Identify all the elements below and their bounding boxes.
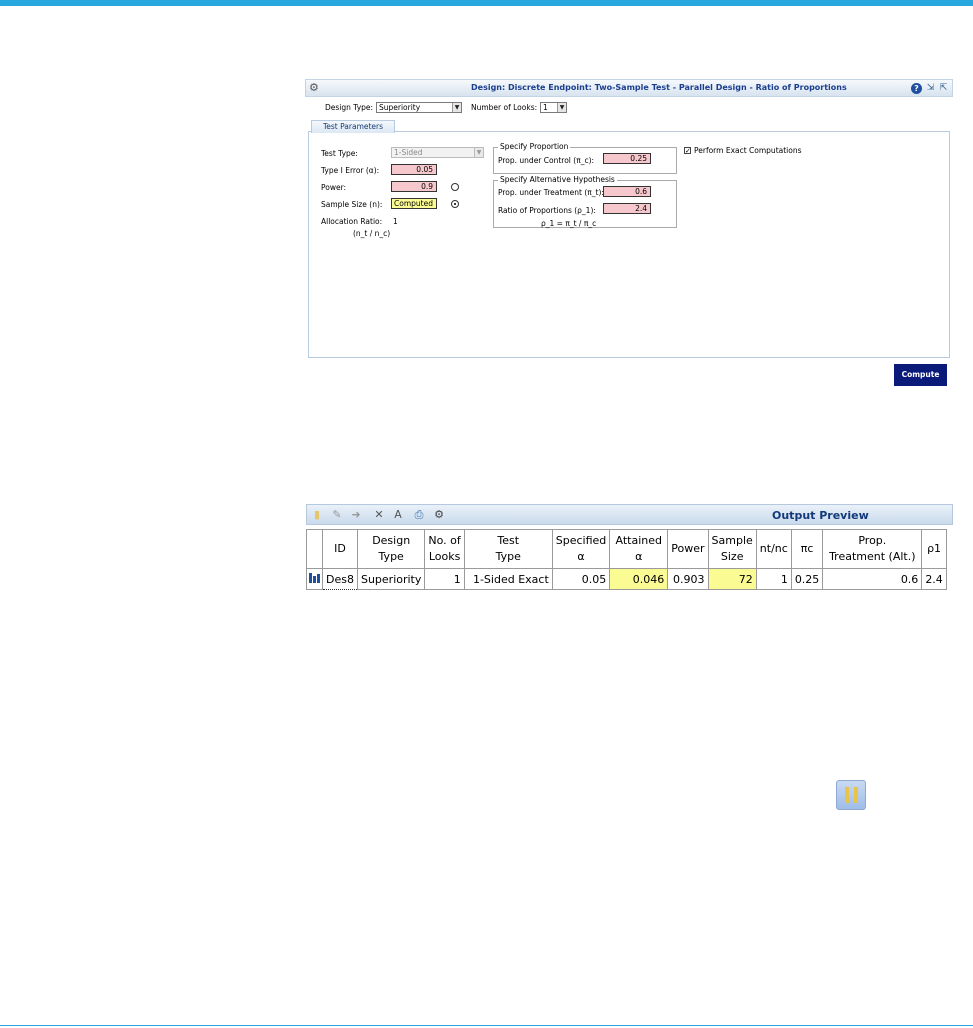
ratio-formula: ρ_1 = π_t / π_c	[541, 219, 597, 228]
prop-control-label: Prop. under Control (π_c):	[498, 156, 595, 165]
num-looks-label: Number of Looks:	[471, 103, 538, 112]
design-title: Design: Discrete Endpoint: Two-Sample Te…	[471, 83, 847, 92]
type1-error-label: Type I Error (α):	[321, 166, 380, 175]
gear-icon[interactable]: ⚙	[309, 82, 321, 94]
bottom-accent-rule	[0, 1025, 973, 1026]
design-type-label: Design Type:	[325, 103, 374, 112]
cell-prop-treatment[interactable]: 0.6	[822, 568, 923, 590]
exact-computations-checkbox[interactable]: ✓	[684, 147, 691, 155]
cell-rho1[interactable]: 2.4	[921, 568, 947, 590]
alt-hypothesis-title: Specify Alternative Hypothesis	[498, 175, 617, 184]
design-type-value: Superiority	[379, 103, 421, 112]
column-header[interactable]: ρ1	[921, 529, 947, 569]
ratio-label: Ratio of Proportions (ρ_1):	[498, 206, 596, 215]
cell-design-type[interactable]: Superiority	[356, 568, 426, 590]
table-row[interactable]: Des8 Superiority 1 1-Sided Exact 0.05 0.…	[306, 568, 947, 590]
test-type-value: 1-Sided	[394, 148, 423, 157]
column-header[interactable]: Sample Size	[707, 529, 757, 569]
help-icon[interactable]: ?	[911, 83, 922, 94]
type1-error-field[interactable]: 0.05	[391, 164, 437, 175]
print-icon[interactable]: ⎙	[413, 509, 425, 521]
prop-control-field[interactable]: 0.25	[603, 153, 651, 164]
cell-id[interactable]: Des8	[322, 568, 358, 590]
bar-chart-icon[interactable]: ▮	[311, 509, 323, 521]
output-table: ID Design Type No. of Looks Test Type Speci…	[306, 529, 947, 590]
cell-test-type[interactable]: 1-Sided Exact	[463, 568, 553, 590]
save-icon[interactable]: ➜	[350, 509, 362, 521]
power-field[interactable]: 0.9	[391, 181, 437, 192]
column-header[interactable]: Attained α	[609, 529, 669, 569]
cell-attained-alpha[interactable]: 0.046	[609, 568, 669, 590]
top-accent-rule	[0, 0, 973, 6]
column-header[interactable]: Prop. Treatment (Alt.)	[822, 529, 923, 569]
design-type-select[interactable]: Superiority ▼	[376, 102, 462, 113]
font-icon[interactable]: A	[392, 509, 404, 521]
chevron-down-icon: ▼	[452, 103, 461, 112]
pause-icon[interactable]	[836, 780, 866, 810]
table-header-row: ID Design Type No. of Looks Test Type Speci…	[306, 529, 947, 569]
design-titlebar: ⚙ Design: Discrete Endpoint: Two-Sample …	[305, 79, 953, 97]
chevron-down-icon: ▼	[557, 103, 566, 112]
allocation-ratio-label: Allocation Ratio:	[321, 217, 383, 226]
design-dialog: ⚙ Design: Discrete Endpoint: Two-Sample …	[305, 79, 953, 389]
power-label: Power:	[321, 183, 347, 192]
collapse-icon[interactable]: ⇲	[925, 83, 936, 94]
num-looks-value: 1	[543, 103, 548, 112]
allocation-ratio-value: 1	[393, 217, 398, 226]
output-preview-title: Output Preview	[772, 509, 869, 522]
column-header[interactable]: nt/nc	[755, 529, 792, 569]
chevron-down-icon: ▼	[474, 148, 483, 157]
cell-looks[interactable]: 1	[424, 568, 465, 590]
compute-button[interactable]: Compute	[894, 364, 947, 386]
prop-treatment-field[interactable]: 0.6	[603, 186, 651, 197]
column-header[interactable]: Specified α	[551, 529, 611, 569]
allocation-ratio-subscript: (n_t / n_c)	[353, 229, 391, 238]
chart-row-icon[interactable]	[306, 568, 323, 590]
row-icon-header	[306, 529, 323, 569]
output-preview-panel: ▮ ✎ ➜ ✕ A ⎙ ⚙ Output Preview ID Design Ty…	[306, 504, 953, 614]
sample-size-radio[interactable]	[451, 200, 459, 208]
specify-proportion-title: Specify Proportion	[498, 142, 571, 151]
column-header[interactable]: Design Type	[356, 529, 426, 569]
cell-power[interactable]: 0.903	[667, 568, 709, 590]
sample-size-field[interactable]: Computed	[391, 198, 437, 209]
output-toolbar: ▮ ✎ ➜ ✕ A ⎙ ⚙ Output Preview	[306, 504, 953, 525]
edit-icon[interactable]: ✎	[331, 509, 343, 521]
settings-icon[interactable]: ⚙	[433, 509, 445, 521]
cell-specified-alpha[interactable]: 0.05	[551, 568, 611, 590]
test-type-label: Test Type:	[321, 149, 358, 158]
cell-sample-size[interactable]: 72	[707, 568, 757, 590]
column-header[interactable]: Power	[667, 529, 709, 569]
sample-size-label: Sample Size (n):	[321, 200, 383, 209]
column-header[interactable]: πc	[790, 529, 824, 569]
power-radio[interactable]	[451, 183, 459, 191]
expand-icon[interactable]: ⇱	[938, 83, 949, 94]
num-looks-select[interactable]: 1 ▼	[540, 102, 567, 113]
ratio-field[interactable]: 2.4	[603, 203, 651, 214]
column-header[interactable]: ID	[322, 529, 358, 569]
bar-chart-icon	[308, 573, 320, 583]
delete-icon[interactable]: ✕	[373, 509, 385, 521]
prop-treatment-label: Prop. under Treatment (π_t):	[498, 188, 604, 197]
cell-nt-nc[interactable]: 1	[755, 568, 792, 590]
column-header[interactable]: Test Type	[463, 529, 553, 569]
exact-computations-label: Perform Exact Computations	[694, 146, 802, 155]
column-header[interactable]: No. of Looks	[424, 529, 465, 569]
cell-pi-c[interactable]: 0.25	[790, 568, 824, 590]
test-type-select: 1-Sided ▼	[391, 147, 484, 158]
